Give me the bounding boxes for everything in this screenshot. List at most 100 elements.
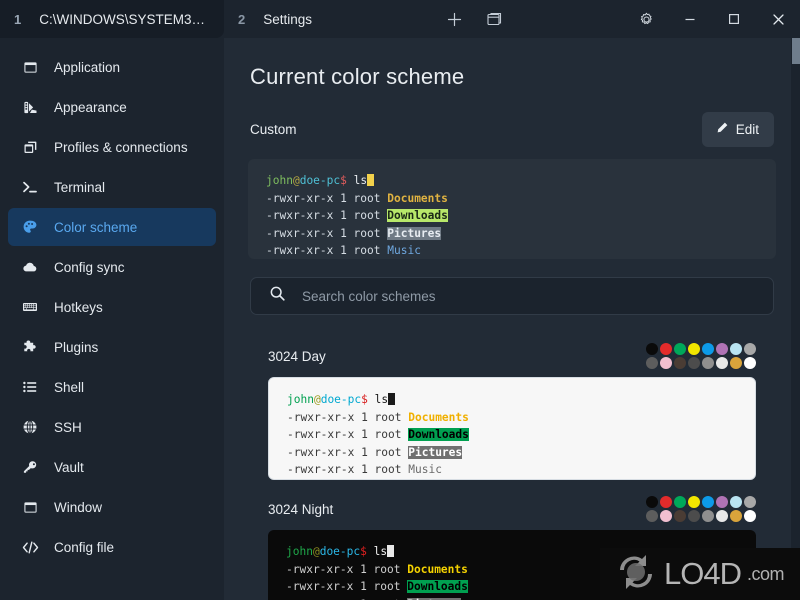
sidebar-item-label: Profiles & connections — [54, 139, 188, 155]
lo4d-watermark: LO4D .com — [600, 548, 800, 600]
sidebar-item-window[interactable]: Window — [8, 488, 216, 526]
globe-icon — [20, 419, 40, 435]
key-icon — [20, 459, 40, 475]
color-swatch — [702, 510, 714, 522]
terminal-output-line: -rwxr-xr-x 1 root Music — [266, 244, 421, 257]
terminal-output-line: -rwxr-xr-x 1 root Documents — [287, 410, 469, 424]
sidebar-item-label: Window — [54, 499, 103, 515]
terminal-prompt-icon — [20, 179, 40, 195]
title-bar: 1 C:\WINDOWS\SYSTEM32\c… 2 Settings — [0, 0, 800, 38]
sidebar-item-label: Terminal — [54, 179, 106, 195]
sidebar-item-plugins[interactable]: Plugins — [8, 328, 216, 366]
search-input[interactable] — [302, 288, 755, 304]
search-color-schemes[interactable] — [250, 277, 774, 315]
sidebar-item-label: Color scheme — [54, 219, 138, 235]
scheme-swatches — [646, 343, 756, 369]
sidebar-item-color-scheme[interactable]: Color scheme — [8, 208, 216, 246]
terminal-prompt-line: john@doe-pc$ ls — [266, 172, 758, 190]
scheme-terminal-preview: john@doe-pc$ ls -rwxr-xr-x 1 root Documen… — [268, 377, 756, 480]
color-swatch — [730, 510, 742, 522]
color-swatch — [674, 496, 686, 508]
tab-terminal-session[interactable]: 1 C:\WINDOWS\SYSTEM32\c… — [0, 0, 224, 38]
color-swatch — [674, 357, 686, 369]
color-swatch — [730, 343, 742, 355]
split-panes-button[interactable] — [474, 0, 514, 38]
sidebar-item-profiles-connections[interactable]: Profiles & connections — [8, 128, 216, 166]
tab-index-label: 1 — [14, 11, 22, 27]
vertical-scrollbar[interactable] — [791, 38, 800, 600]
sidebar-item-application[interactable]: Application — [8, 48, 216, 86]
sidebar-item-appearance[interactable]: Appearance — [8, 88, 216, 126]
tab-settings[interactable]: 2 Settings — [224, 0, 424, 38]
cloud-icon — [20, 259, 40, 275]
tab-bar-actions — [424, 0, 514, 38]
color-swatch — [688, 510, 700, 522]
title-bar-spacer — [514, 0, 624, 38]
color-swatch — [744, 343, 756, 355]
puzzle-piece-icon — [20, 339, 40, 355]
color-swatch — [744, 510, 756, 522]
color-swatch — [716, 496, 728, 508]
color-swatch — [702, 496, 714, 508]
current-scheme-terminal-preview: john@doe-pc$ ls -rwxr-xr-x 1 root Documen… — [248, 159, 776, 259]
scrollbar-thumb[interactable] — [792, 38, 800, 64]
color-swatch — [702, 357, 714, 369]
settings-sidebar: Application Appearance Profiles & connec… — [0, 38, 224, 600]
sidebar-item-label: Hotkeys — [54, 299, 103, 315]
lo4d-logo-icon — [614, 553, 658, 596]
color-swatch — [688, 343, 700, 355]
sidebar-item-config-file[interactable]: Config file — [8, 528, 216, 566]
color-swatch — [646, 357, 658, 369]
terminal-settings-window: 1 C:\WINDOWS\SYSTEM32\c… 2 Settings Appl… — [0, 0, 800, 600]
palette-swatch-icon — [20, 100, 40, 115]
color-swatch — [730, 357, 742, 369]
color-swatch — [674, 343, 686, 355]
window-icon — [20, 60, 40, 75]
sidebar-item-config-sync[interactable]: Config sync — [8, 248, 216, 286]
color-swatch — [716, 343, 728, 355]
color-swatch — [660, 496, 672, 508]
edit-button-label: Edit — [735, 122, 759, 137]
color-swatch — [660, 357, 672, 369]
scheme-entry-name: 3024 Day — [268, 348, 326, 364]
sidebar-item-label: Vault — [54, 459, 84, 475]
sidebar-item-label: Shell — [54, 379, 85, 395]
new-tab-button[interactable] — [434, 0, 474, 38]
terminal-output-line: -rwxr-xr-x 1 root Pictures — [266, 226, 442, 240]
watermark-suffix: .com — [746, 563, 785, 584]
minimize-button[interactable] — [668, 0, 712, 38]
settings-gear-button[interactable] — [624, 0, 668, 38]
sidebar-item-terminal[interactable]: Terminal — [8, 168, 216, 206]
terminal-output-line: -rwxr-xr-x 1 root Downloads — [266, 209, 448, 222]
terminal-output-line: -rwxr-xr-x 1 root Pictures — [287, 445, 463, 459]
terminal-output-line: -rwxr-xr-x 1 root Documents — [266, 191, 448, 205]
code-brackets-icon — [20, 539, 40, 556]
keyboard-icon — [20, 299, 40, 315]
close-button[interactable] — [756, 0, 800, 38]
sidebar-item-label: Config file — [54, 539, 115, 555]
sidebar-item-label: Plugins — [54, 339, 99, 355]
scheme-entry-header: 3024 Day — [250, 343, 774, 377]
sidebar-item-vault[interactable]: Vault — [8, 448, 216, 486]
current-scheme-row: Custom Edit — [250, 112, 774, 147]
window-icon — [20, 500, 40, 515]
sidebar-item-shell[interactable]: Shell — [8, 368, 216, 406]
current-scheme-name: Custom — [250, 122, 297, 137]
color-swatch — [660, 343, 672, 355]
color-swatch — [660, 510, 672, 522]
color-swatch — [716, 357, 728, 369]
scheme-entry[interactable]: 3024 Day john@doe-pc$ ls -rwxr-xr-x 1 roo… — [250, 337, 774, 480]
watermark-brand: LO4D — [664, 556, 742, 591]
sidebar-item-ssh[interactable]: SSH — [8, 408, 216, 446]
scheme-preview-wrap: john@doe-pc$ ls -rwxr-xr-x 1 root Documen… — [250, 377, 774, 480]
color-swatch — [730, 496, 742, 508]
settings-main-panel: Current color scheme Custom Edit john@do… — [224, 38, 800, 600]
color-swatch — [646, 496, 658, 508]
maximize-button[interactable] — [712, 0, 756, 38]
pencil-icon — [715, 121, 729, 138]
terminal-output-line: -rwxr-xr-x 1 root Music — [287, 463, 442, 476]
tab-title-label: C:\WINDOWS\SYSTEM32\c… — [39, 11, 208, 27]
edit-button[interactable]: Edit — [701, 112, 774, 147]
sidebar-item-hotkeys[interactable]: Hotkeys — [8, 288, 216, 326]
terminal-output-line: -rwxr-xr-x 1 root Downloads — [287, 428, 469, 441]
